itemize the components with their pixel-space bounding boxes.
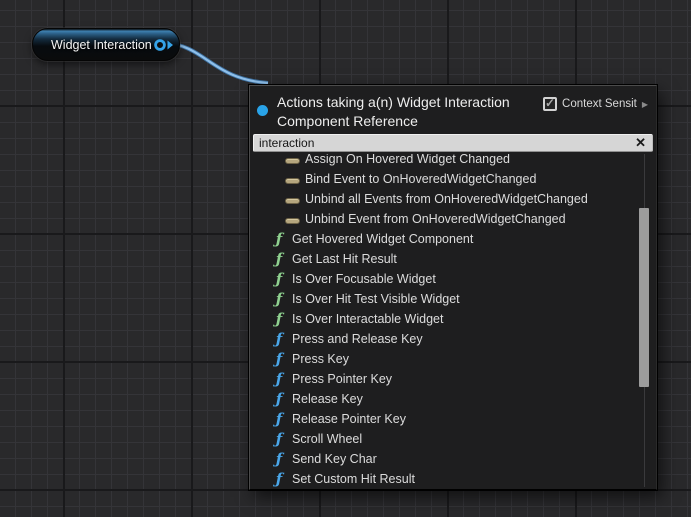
delegate-icon	[284, 212, 300, 226]
action-label: Press and Release Key	[292, 332, 423, 346]
delegate-icon	[284, 192, 300, 206]
function-icon: ƒ	[275, 250, 283, 268]
checkbox-checked-icon[interactable]: ✓	[543, 96, 558, 111]
action-label: Is Over Focusable Widget	[292, 272, 436, 286]
action-label: Press Pointer Key	[292, 372, 393, 386]
function-icon: ƒ	[275, 430, 283, 448]
expand-arrow-icon[interactable]: ▶	[642, 100, 648, 109]
output-pin-icon[interactable]	[152, 36, 176, 54]
action-list-item[interactable]: Unbind Event from OnHoveredWidgetChanged	[250, 209, 656, 229]
node-title: Widget Interaction	[51, 37, 152, 52]
action-list-item[interactable]: ƒ Is Over Hit Test Visible Widget	[250, 289, 656, 309]
action-list-item[interactable]: ƒ Is Over Interactable Widget	[250, 309, 656, 329]
function-icon: ƒ	[275, 230, 283, 248]
function-icon: ƒ	[275, 310, 283, 328]
action-label: Assign On Hovered Widget Changed	[305, 154, 510, 166]
function-icon: ƒ	[275, 410, 283, 428]
action-list-item[interactable]: ƒ Press Pointer Key	[250, 369, 656, 389]
delegate-icon	[284, 172, 300, 186]
menu-title: Actions taking a(n) Widget Interaction C…	[277, 94, 510, 129]
search-input[interactable]	[253, 134, 653, 152]
action-label: Press Key	[292, 352, 349, 366]
context-sensitive-label: Context Sensit	[562, 98, 637, 110]
action-list-item[interactable]: ƒ Get Last Hit Result	[250, 249, 656, 269]
action-list-item[interactable]: ƒ Release Pointer Key	[250, 409, 656, 429]
action-label: Set Custom Hit Result	[292, 472, 415, 486]
delegate-icon	[284, 154, 300, 166]
search-bar: ✕	[253, 134, 653, 152]
action-list-viewport: Assign On Hovered Widget Changed Bind Eve…	[250, 154, 656, 489]
scrollbar-thumb[interactable]	[639, 208, 649, 387]
function-icon: ƒ	[275, 390, 283, 408]
function-icon: ƒ	[275, 270, 283, 288]
menu-header: Actions taking a(n) Widget Interaction C…	[250, 86, 656, 134]
action-label: Send Key Char	[292, 452, 377, 466]
function-icon: ƒ	[275, 290, 283, 308]
action-list-item[interactable]: ƒ Press Key	[250, 349, 656, 369]
graph-canvas[interactable]: Widget Interaction Actions taking a(n) W…	[0, 0, 691, 517]
action-label: Unbind Event from OnHoveredWidgetChanged	[305, 212, 566, 226]
action-label: Release Key	[292, 392, 363, 406]
function-icon: ƒ	[275, 450, 283, 468]
action-list: Assign On Hovered Widget Changed Bind Eve…	[250, 154, 656, 489]
context-sensitive-toggle[interactable]: ✓ Context Sensit ▶	[543, 96, 648, 111]
action-label: Get Last Hit Result	[292, 252, 397, 266]
action-list-item[interactable]: Bind Event to OnHoveredWidgetChanged	[250, 169, 656, 189]
action-list-item[interactable]: Assign On Hovered Widget Changed	[250, 154, 656, 169]
pin-bullet-icon	[257, 105, 268, 116]
action-label: Unbind all Events from OnHoveredWidgetCh…	[305, 192, 588, 206]
action-label: Bind Event to OnHoveredWidgetChanged	[305, 172, 537, 186]
action-label: Is Over Interactable Widget	[292, 312, 444, 326]
function-icon: ƒ	[275, 330, 283, 348]
action-list-item[interactable]: ƒ Get Hovered Widget Component	[250, 229, 656, 249]
action-list-item[interactable]: ƒ Release Key	[250, 389, 656, 409]
action-list-item[interactable]: Unbind all Events from OnHoveredWidgetCh…	[250, 189, 656, 209]
function-icon: ƒ	[275, 350, 283, 368]
action-label: Is Over Hit Test Visible Widget	[292, 292, 460, 306]
action-label: Get Hovered Widget Component	[292, 232, 474, 246]
scrollbar-track[interactable]	[639, 154, 649, 487]
action-label: Scroll Wheel	[292, 432, 363, 446]
action-list-item[interactable]: ƒ Scroll Wheel	[250, 429, 656, 449]
check-mark-icon: ✓	[545, 96, 556, 110]
function-icon: ƒ	[275, 370, 283, 388]
action-list-item[interactable]: ƒ Set Custom Hit Result	[250, 469, 656, 489]
action-list-item[interactable]: ƒ Press and Release Key	[250, 329, 656, 349]
widget-interaction-node[interactable]: Widget Interaction	[32, 28, 180, 61]
function-icon: ƒ	[275, 470, 283, 488]
context-menu: Actions taking a(n) Widget Interaction C…	[249, 85, 657, 490]
clear-search-icon[interactable]: ✕	[635, 135, 646, 151]
action-list-item[interactable]: ƒ Send Key Char	[250, 449, 656, 469]
action-list-item[interactable]: ƒ Is Over Focusable Widget	[250, 269, 656, 289]
action-label: Release Pointer Key	[292, 412, 406, 426]
